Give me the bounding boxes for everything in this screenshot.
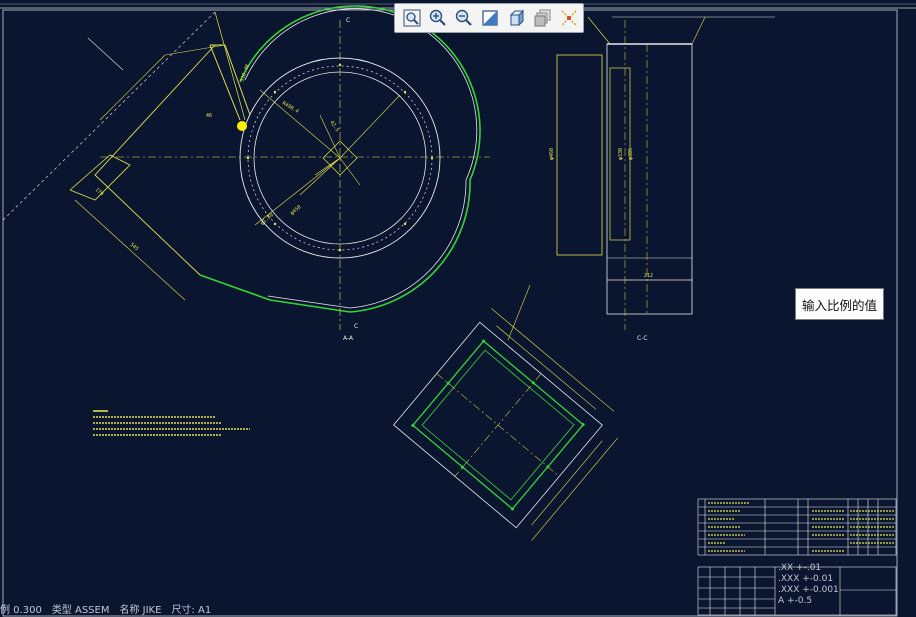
drawing-sheet[interactable]: 510.48 R490.4 φ1.89 545 170 46 42.5 φ450… bbox=[0, 0, 916, 617]
svg-text:545: 545 bbox=[129, 242, 140, 252]
datum-display-button[interactable] bbox=[557, 6, 582, 30]
svg-text:φ1.89: φ1.89 bbox=[259, 212, 274, 226]
tolerance-line-3: .XXX +-0.001 bbox=[778, 585, 839, 595]
tolerance-line-4: A +-0.5 bbox=[778, 596, 813, 606]
svg-text:46: 46 bbox=[206, 113, 212, 119]
svg-text:170: 170 bbox=[94, 187, 105, 197]
svg-text:φ330: φ330 bbox=[618, 148, 624, 160]
status-bar: 例 0.300 类型 ASSEM 名称 JIKE 尺寸: A1 bbox=[0, 600, 700, 617]
status-size: 尺寸: A1 bbox=[171, 605, 212, 616]
svg-text:φ460: φ460 bbox=[549, 148, 555, 160]
svg-text:R490.4: R490.4 bbox=[281, 101, 300, 115]
parts-list-entries bbox=[708, 502, 895, 552]
layers-button[interactable] bbox=[530, 6, 555, 30]
cube-view-icon bbox=[509, 9, 524, 27]
zoom-in-icon bbox=[429, 9, 446, 26]
svg-text:42.5: 42.5 bbox=[328, 120, 340, 133]
zoom-fit-button[interactable] bbox=[399, 6, 424, 30]
sheet-border bbox=[0, 3, 916, 617]
status-scale: 例 0.300 bbox=[0, 605, 42, 616]
view-toolbar bbox=[394, 3, 584, 33]
zoom-out-button[interactable] bbox=[452, 6, 477, 30]
status-name: 名称 JIKE bbox=[119, 605, 162, 616]
display-style-icon bbox=[482, 10, 499, 26]
view-title-right: C-C bbox=[637, 335, 648, 342]
display-style-button[interactable] bbox=[478, 6, 503, 30]
status-type: 类型 ASSEM bbox=[51, 605, 110, 616]
zoom-in-button[interactable] bbox=[425, 6, 450, 30]
svg-text:φ305: φ305 bbox=[628, 148, 634, 160]
zoom-out-icon bbox=[456, 9, 472, 26]
tolerance-line-1: .XX +-.01 bbox=[778, 563, 822, 573]
technical-notes bbox=[93, 410, 250, 436]
view-title-left: A-A bbox=[343, 335, 354, 342]
layers-icon bbox=[534, 9, 551, 27]
section-label-top: C bbox=[346, 17, 350, 24]
tolerance-line-2: .XXX +-0.01 bbox=[778, 574, 834, 584]
svg-text:φ450: φ450 bbox=[289, 204, 302, 216]
zoom-fit-icon bbox=[403, 9, 421, 27]
svg-text:212: 212 bbox=[644, 273, 653, 279]
cad-drawing-canvas[interactable]: 510.48 R490.4 φ1.89 545 170 46 42.5 φ450… bbox=[0, 0, 916, 617]
flange-plate-view bbox=[393, 308, 618, 541]
datum-display-icon bbox=[561, 10, 577, 26]
front-view-fan-housing: 510.48 R490.4 φ1.89 545 170 46 42.5 φ450 bbox=[69, 5, 490, 330]
view-orientation-button[interactable] bbox=[504, 6, 529, 30]
section-label-bottom: C bbox=[354, 323, 358, 330]
side-view-section: φ460 φ330 φ305 212 C-C bbox=[549, 16, 775, 342]
svg-text:510.48: 510.48 bbox=[239, 64, 251, 83]
scale-input-tooltip: 输入比例的值 bbox=[795, 288, 884, 320]
